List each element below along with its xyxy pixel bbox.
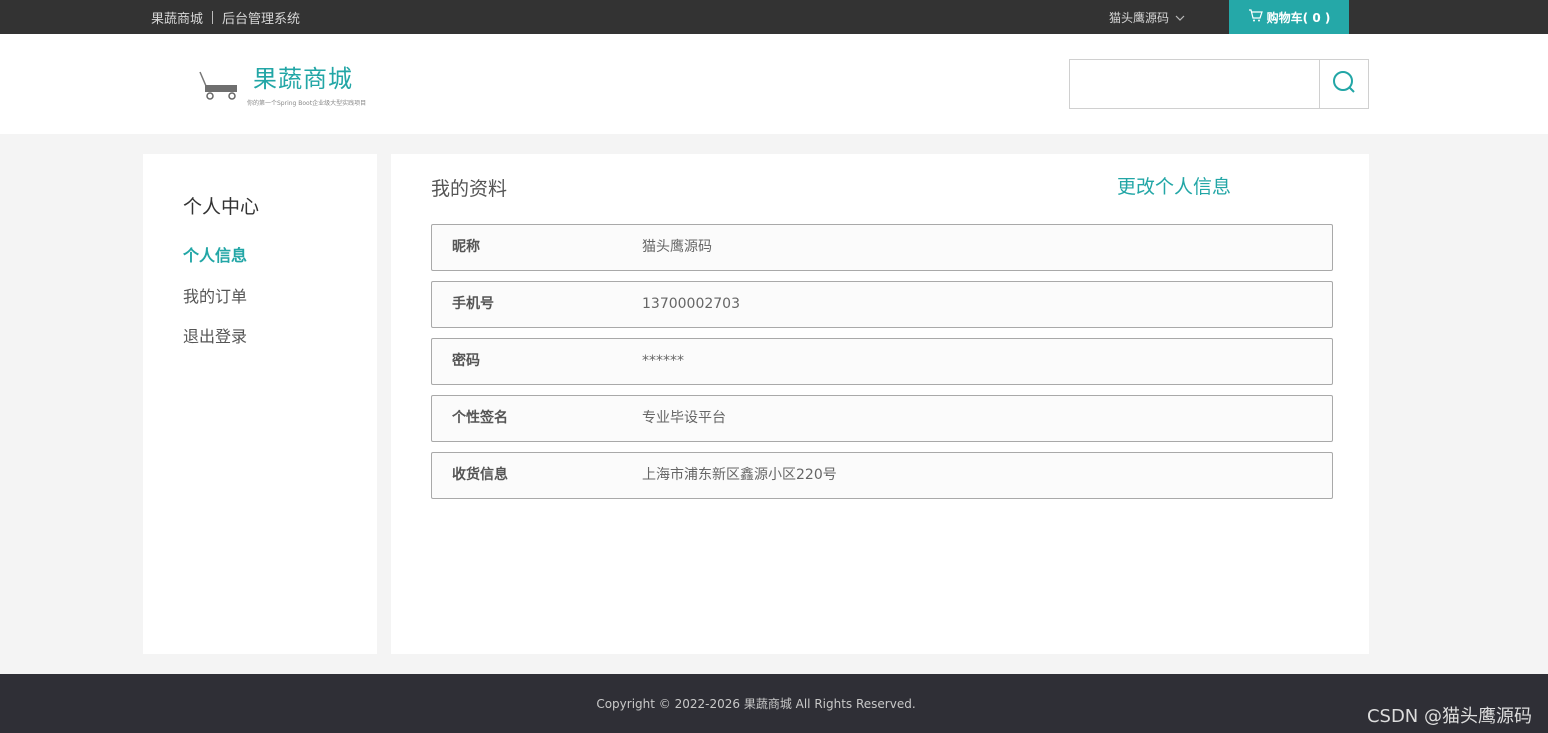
watermark: CSDN @猫头鹰源码 [1366,706,1532,727]
logo-subtitle: 你的第一个Spring Boot企业级大型实践项目 [247,100,367,107]
info-label: 昵称 [452,239,480,255]
search-icon [1331,69,1357,99]
info-row-nickname: 昵称 猫头鹰源码 [431,224,1333,271]
copyright-text: Copyright © 2022-2026 果蔬商城 All Rights Re… [596,697,916,711]
info-value: ****** [642,353,684,369]
sidebar-item-logout[interactable]: 退出登录 [183,323,247,347]
user-center-sidebar: 个人中心 个人信息 我的订单 退出登录 [143,154,377,654]
top-bar: 果蔬商城 后台管理系统 猫头鹰源码 购物车( 0 ) [0,0,1548,34]
cart-label: 购物车( 0 ) [1266,10,1331,25]
profile-panel: 我的资料 更改个人信息 昵称 猫头鹰源码 手机号 13700002703 密码 … [391,154,1369,654]
divider [212,10,214,24]
cart-button[interactable]: 购物车( 0 ) [1229,0,1349,34]
sidebar-item-orders[interactable]: 我的订单 [183,283,247,307]
info-row-password: 密码 ****** [431,338,1333,385]
search-button[interactable] [1319,59,1369,109]
info-value: 猫头鹰源码 [642,239,712,255]
info-value: 上海市浦东新区鑫源小区220号 [642,467,837,483]
sidebar-item-profile[interactable]: 个人信息 [183,242,247,266]
cart-wagon-icon [198,70,240,102]
username-label: 猫头鹰源码 [1109,10,1170,25]
user-menu[interactable]: 猫头鹰源码 [1109,0,1185,34]
site-footer: Copyright © 2022-2026 果蔬商城 All Rights Re… [0,674,1548,733]
info-row-phone: 手机号 13700002703 [431,281,1333,328]
cart-icon [1248,9,1267,25]
edit-profile-link[interactable]: 更改个人信息 [1117,172,1231,199]
info-row-signature: 个性签名 专业毕设平台 [431,395,1333,442]
search-input[interactable] [1069,59,1319,109]
chevron-down-icon [1175,12,1185,22]
top-links: 果蔬商城 后台管理系统 [151,0,300,34]
info-value: 专业毕设平台 [642,410,726,426]
site-home-link[interactable]: 果蔬商城 [151,8,203,27]
page-title: 我的资料 [431,178,508,200]
info-label: 手机号 [452,296,494,312]
info-row-address: 收货信息 上海市浦东新区鑫源小区220号 [431,452,1333,499]
logo-title[interactable]: 果蔬商城 [253,59,353,94]
sidebar-title: 个人中心 [183,196,260,218]
admin-system-link[interactable]: 后台管理系统 [222,8,300,27]
info-label: 密码 [452,353,480,369]
info-label: 个性签名 [452,410,508,426]
info-label: 收货信息 [452,467,508,483]
info-value: 13700002703 [642,296,740,312]
